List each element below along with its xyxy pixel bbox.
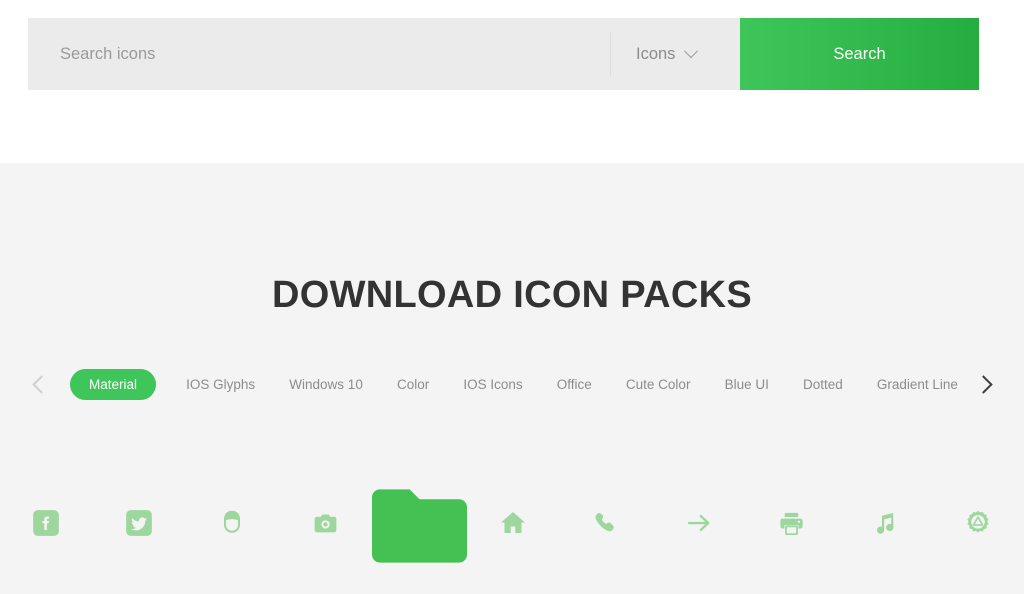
showcase-item-avatar[interactable]	[186, 468, 279, 578]
tab-office[interactable]: Office	[553, 375, 596, 394]
showcase-item-camera[interactable]	[279, 468, 372, 578]
tabs-next-button[interactable]	[970, 366, 996, 402]
settings-gear-icon	[966, 510, 989, 533]
tab-blue-ui[interactable]: Blue UI	[721, 375, 773, 394]
showcase-item-arrow-right[interactable]	[652, 468, 745, 578]
search-input[interactable]	[28, 18, 610, 90]
showcase-item-music[interactable]	[838, 468, 931, 578]
home-icon	[501, 512, 526, 533]
showcase-item-printer[interactable]	[745, 468, 838, 578]
showcase-item-folder[interactable]	[371, 468, 467, 578]
tab-material[interactable]: Material	[70, 368, 157, 400]
tab-dotted[interactable]: Dotted	[799, 375, 847, 394]
tab-ios-glyphs[interactable]: IOS Glyphs	[182, 375, 259, 394]
arrow-right-icon	[687, 514, 710, 532]
folder-icon	[371, 489, 467, 563]
user-avatar-icon	[224, 510, 241, 533]
chevron-down-icon	[684, 44, 699, 59]
showcase-item-home[interactable]	[467, 468, 560, 578]
icon-showcase-row	[0, 468, 1024, 578]
showcase-item-settings[interactable]	[931, 468, 1024, 578]
tabs-prev-button[interactable]	[28, 366, 54, 402]
main-section: DOWNLOAD ICON PACKS Material IOS Glyphs …	[0, 163, 1024, 594]
camera-icon	[314, 514, 337, 532]
search-button[interactable]: Search	[740, 18, 979, 90]
tab-cute-color[interactable]: Cute Color	[622, 375, 695, 394]
search-bar: Icons Search	[28, 18, 979, 90]
page-title: DOWNLOAD ICON PACKS	[272, 274, 752, 316]
chevron-left-icon	[31, 374, 51, 394]
printer-icon	[780, 512, 803, 535]
showcase-item-twitter[interactable]	[93, 468, 186, 578]
phone-icon	[595, 512, 614, 532]
tab-windows-10[interactable]: Windows 10	[285, 375, 367, 394]
category-dropdown-label: Icons	[636, 44, 676, 63]
music-note-icon	[876, 512, 894, 534]
chevron-right-icon	[973, 374, 993, 394]
showcase-item-facebook[interactable]	[0, 468, 93, 578]
tab-ios-icons[interactable]: IOS Icons	[459, 375, 526, 394]
page-header: Icons Search	[0, 0, 1024, 163]
icon-pack-tabs: Material IOS Glyphs Windows 10 Color IOS…	[0, 366, 1024, 402]
tabs-list: Material IOS Glyphs Windows 10 Color IOS…	[54, 368, 970, 400]
tab-color[interactable]: Color	[393, 375, 433, 394]
showcase-item-phone[interactable]	[560, 468, 653, 578]
twitter-icon	[126, 510, 153, 536]
facebook-icon	[33, 510, 60, 536]
tab-gradient-line[interactable]: Gradient Line	[873, 375, 962, 394]
category-dropdown[interactable]: Icons	[611, 18, 740, 90]
